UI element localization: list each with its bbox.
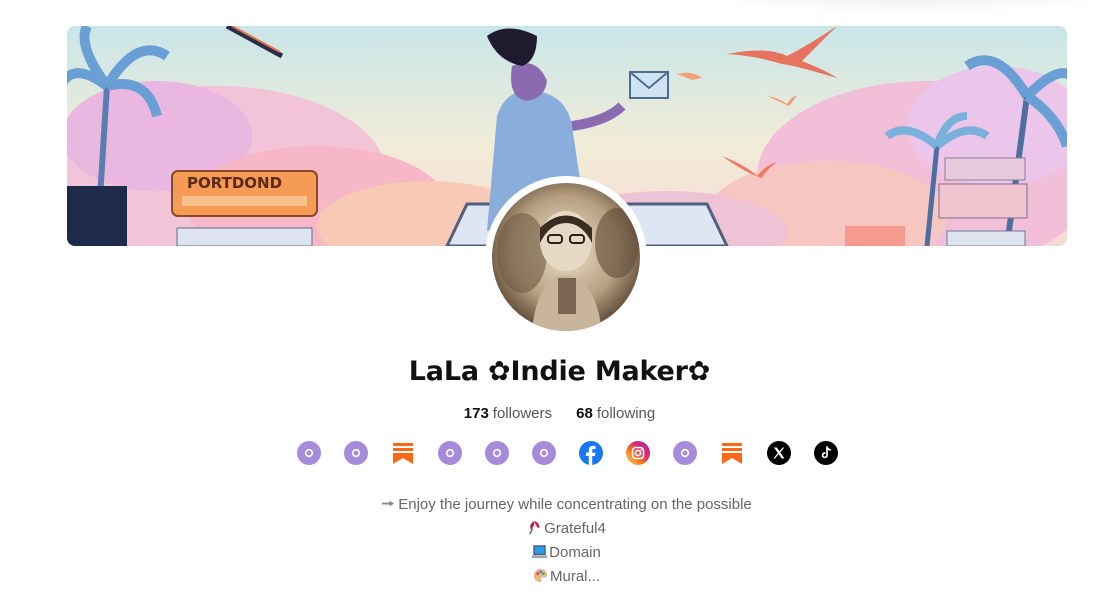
link-icon[interactable] [532, 441, 556, 465]
avatar [492, 183, 640, 331]
followers-count: 173 [463, 405, 489, 422]
tiktok-icon[interactable] [814, 441, 838, 465]
x-icon[interactable] [767, 441, 791, 465]
pointing-hand-icon [382, 500, 395, 507]
bio-line-3: Domain [0, 541, 1119, 565]
flower-icon [529, 520, 540, 535]
substack-icon[interactable] [391, 441, 415, 465]
profile-name: LaLa ✿Indie Maker✿ [408, 356, 711, 387]
top-shadow [700, 0, 1119, 14]
following-count: 68 [576, 405, 593, 422]
laptop-icon [532, 545, 548, 559]
bio-text-2: Grateful4 [544, 520, 606, 537]
bio-text-4: Mural... [549, 568, 600, 585]
followers-link[interactable]: 173 followers [464, 405, 552, 422]
bio-text-3: Domain [549, 544, 601, 561]
link-icon[interactable] [485, 441, 509, 465]
substack-icon[interactable] [720, 441, 744, 465]
facebook-icon[interactable] [579, 441, 603, 465]
profile-bio: Enjoy the journey while concentrating on… [0, 493, 1119, 589]
banner-sign-text: PORTDOND [187, 174, 282, 192]
link-icon[interactable] [344, 441, 368, 465]
avatar-frame[interactable] [485, 176, 647, 338]
link-icon[interactable] [673, 441, 697, 465]
link-icon[interactable] [438, 441, 462, 465]
palette-icon [533, 568, 548, 583]
bio-line-2: Grateful4 [0, 517, 1119, 541]
followers-label: followers [492, 405, 552, 422]
following-label: following [596, 405, 656, 422]
following-link[interactable]: 68 following [576, 405, 655, 422]
link-icon[interactable] [297, 441, 321, 465]
profile-stats: 173 followers 68 following [0, 405, 1119, 422]
social-links [297, 441, 838, 465]
bio-line-4: Mural... [0, 565, 1119, 589]
bio-line-1: Enjoy the journey while concentrating on… [0, 493, 1119, 517]
instagram-icon[interactable] [626, 441, 650, 465]
bio-text-1: Enjoy the journey while concentrating on… [398, 496, 752, 513]
